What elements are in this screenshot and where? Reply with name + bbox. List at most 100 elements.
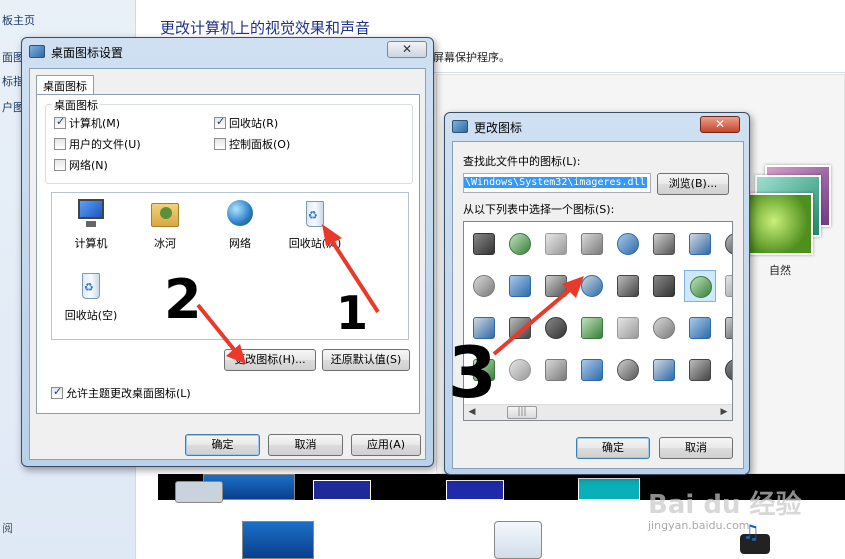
checkbox-user-files[interactable]: 用户的文件(U): [54, 136, 141, 152]
checkbox-label: 计算机(M): [69, 117, 121, 130]
icon-choice[interactable]: [540, 312, 572, 344]
icon-choice[interactable]: [576, 270, 608, 302]
scroll-thumb[interactable]: |||: [507, 406, 537, 419]
icon-choice[interactable]: [684, 312, 716, 344]
system-icon: [725, 359, 732, 381]
system-icon: [725, 317, 732, 339]
close-button[interactable]: ✕: [387, 41, 427, 58]
ok-button[interactable]: 确定: [185, 434, 260, 456]
preview-label: 回收站(满): [288, 237, 342, 250]
icon-grid[interactable]: ◀ ||| ▶: [463, 221, 733, 421]
tab-desktop-icons[interactable]: 桌面图标: [36, 75, 94, 96]
system-icon: [581, 275, 603, 297]
system-icon: [617, 275, 639, 297]
divider: [432, 72, 845, 73]
icon-grid-cells: [464, 222, 732, 404]
checkbox-recycle-bin-box[interactable]: [214, 115, 226, 129]
icon-choice[interactable]: [720, 312, 732, 344]
color-thumb[interactable]: [494, 521, 542, 559]
icon-choice[interactable]: [468, 270, 500, 302]
browse-button[interactable]: 浏览(B)...: [657, 173, 729, 195]
checkbox-label: 网络(N): [69, 159, 108, 172]
dialog-title: 桌面图标设置: [51, 46, 124, 60]
computer-icon: [74, 197, 108, 231]
system-icon: [689, 317, 711, 339]
restore-default-button[interactable]: 还原默认值(S): [322, 349, 410, 371]
theme-thumb-basic[interactable]: [175, 481, 223, 503]
annotation-step-2: 2: [164, 268, 202, 331]
checkbox-computer[interactable]: 计算机(M): [54, 115, 120, 131]
icon-choice[interactable]: [612, 354, 644, 386]
checkbox-control-panel-box[interactable]: [214, 138, 226, 150]
icon-choice[interactable]: [648, 312, 680, 344]
theme-thumb-blue[interactable]: [313, 480, 371, 500]
icon-choice[interactable]: [684, 228, 716, 260]
icon-choice[interactable]: [576, 354, 608, 386]
icon-choice[interactable]: [576, 228, 608, 260]
icon-choice[interactable]: [720, 228, 732, 260]
icon-choice[interactable]: [720, 354, 732, 386]
file-path-input[interactable]: \Windows\System32\imageres.dll: [463, 173, 651, 193]
dialog-client: 查找此文件中的图标(L): \Windows\System32\imageres…: [452, 141, 744, 469]
icon-choice[interactable]: [648, 354, 680, 386]
checkbox-network[interactable]: 网络(N): [54, 157, 108, 173]
icon-choice[interactable]: [684, 270, 716, 302]
apply-button[interactable]: 应用(A): [351, 434, 421, 456]
icon-choice[interactable]: [540, 270, 572, 302]
icon-choice[interactable]: [504, 228, 536, 260]
cancel-button[interactable]: 取消: [659, 437, 733, 459]
checkbox-network-box[interactable]: [54, 159, 66, 171]
icon-choice[interactable]: [612, 228, 644, 260]
preview-item-user-folder[interactable]: 冰河: [130, 197, 200, 251]
preview-item-network[interactable]: 网络: [205, 197, 275, 251]
icon-choice[interactable]: [684, 354, 716, 386]
icon-choice[interactable]: [648, 228, 680, 260]
theme-thumb-teal[interactable]: [578, 478, 640, 500]
system-icon: [690, 276, 712, 298]
close-icon: ✕: [714, 117, 726, 131]
system-icon: [725, 233, 732, 255]
change-icon-button[interactable]: 更改图标(H)...: [224, 349, 316, 371]
close-button[interactable]: ✕: [700, 116, 740, 133]
checkbox-user-files-box[interactable]: [54, 138, 66, 150]
icon-choice[interactable]: [612, 312, 644, 344]
theme-thumb-dark[interactable]: [446, 480, 504, 500]
cancel-button[interactable]: 取消: [268, 434, 343, 456]
dialog-app-icon: [29, 45, 45, 58]
desktop-background-thumb[interactable]: [242, 521, 314, 559]
checkbox-allow-themes[interactable]: 允许主题更改桌面图标(L): [51, 385, 191, 401]
icon-choice[interactable]: [504, 312, 536, 344]
system-icon: [581, 233, 603, 255]
horizontal-scrollbar[interactable]: ◀ ||| ▶: [464, 404, 732, 420]
icon-choice[interactable]: [720, 270, 732, 302]
icon-choice[interactable]: [504, 270, 536, 302]
system-icon: [473, 233, 495, 255]
system-icon: [581, 317, 603, 339]
icon-choice[interactable]: [540, 228, 572, 260]
sidebar-link-home[interactable]: 板主页: [2, 12, 35, 28]
icon-choice[interactable]: [576, 312, 608, 344]
checkbox-computer-box[interactable]: [54, 115, 66, 129]
preview-item-computer[interactable]: 计算机: [56, 197, 126, 251]
system-icon: [545, 233, 567, 255]
icon-choice[interactable]: [540, 354, 572, 386]
scroll-right-icon[interactable]: ▶: [716, 405, 732, 420]
icon-choice[interactable]: [468, 228, 500, 260]
checkbox-label: 用户的文件(U): [69, 138, 141, 151]
icon-choice[interactable]: [648, 270, 680, 302]
checkbox-recycle-bin[interactable]: 回收站(R): [214, 115, 278, 131]
checkbox-control-panel[interactable]: 控制面板(O): [214, 136, 290, 152]
checkbox-allow-themes-box[interactable]: [51, 385, 63, 399]
ok-button[interactable]: 确定: [576, 437, 650, 459]
system-icon: [653, 275, 675, 297]
annotation-step-3: 3: [448, 332, 497, 414]
system-icon: [617, 359, 639, 381]
icon-choice[interactable]: [612, 270, 644, 302]
preview-item-recycle-bin-full[interactable]: ♻ 回收站(满): [280, 197, 350, 251]
preview-item-recycle-bin-empty[interactable]: ♻ 回收站(空): [56, 269, 126, 323]
theme-thumb-nature[interactable]: [747, 193, 813, 255]
checkbox-label: 允许主题更改桌面图标(L): [66, 387, 191, 400]
system-icon: [653, 359, 675, 381]
system-icon: [509, 359, 531, 381]
icon-choice[interactable]: [504, 354, 536, 386]
